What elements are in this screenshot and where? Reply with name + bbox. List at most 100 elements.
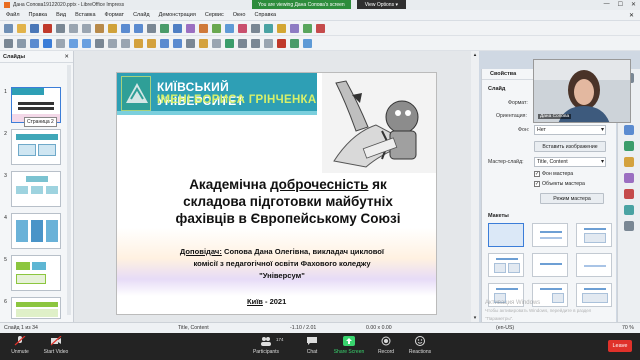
save-icon[interactable] xyxy=(30,23,39,33)
slide-thumbnail[interactable] xyxy=(11,129,61,165)
basic-shapes-icon[interactable] xyxy=(134,38,143,48)
slideshow-start-icon[interactable] xyxy=(290,23,299,33)
menu-help[interactable]: Справка xyxy=(254,12,276,18)
reactions-button[interactable]: Reactions xyxy=(400,336,440,355)
find-icon[interactable] xyxy=(147,23,156,33)
layout-title-subtitle[interactable] xyxy=(532,223,568,247)
scroll-down-icon[interactable]: ▾ xyxy=(472,315,478,321)
textbox-icon[interactable] xyxy=(251,23,260,33)
layout-title-2content[interactable] xyxy=(488,253,524,277)
symbol-shapes-icon[interactable] xyxy=(147,38,156,48)
export-pdf-icon[interactable] xyxy=(43,23,52,33)
print-icon[interactable] xyxy=(56,23,65,33)
callouts-icon[interactable] xyxy=(186,38,195,48)
layout-title-only[interactable] xyxy=(532,253,568,277)
slide-thumbnail[interactable] xyxy=(11,255,61,291)
select-icon[interactable] xyxy=(4,38,13,48)
media-icon[interactable] xyxy=(225,23,234,33)
menu-tools[interactable]: Сервис xyxy=(205,12,224,18)
new-slide-icon[interactable] xyxy=(316,23,325,33)
background-select[interactable]: Нет xyxy=(534,125,606,135)
new-icon[interactable] xyxy=(4,23,13,33)
fontwork-icon[interactable] xyxy=(277,23,286,33)
close-panel-icon[interactable]: ✕ xyxy=(64,54,69,60)
view-options-button[interactable]: View Options ▾ xyxy=(356,0,406,9)
rotate-icon[interactable] xyxy=(225,38,234,48)
gallery-icon[interactable] xyxy=(624,205,634,215)
rectangle-icon[interactable] xyxy=(69,38,78,48)
slide-thumbnail[interactable] xyxy=(11,297,61,319)
unmute-button[interactable]: Unmute xyxy=(0,336,40,355)
master-slide-select[interactable]: Title, Content xyxy=(534,157,606,167)
share-screen-button[interactable]: Share Screen xyxy=(329,336,369,355)
close-icon[interactable]: ✕ xyxy=(631,1,636,8)
scroll-up-icon[interactable]: ▴ xyxy=(472,52,478,58)
flowchart-icon[interactable] xyxy=(173,38,182,48)
start-video-button[interactable]: Start Video xyxy=(36,336,76,355)
slide-thumbnail-row[interactable]: 4 xyxy=(0,213,74,249)
master-slides-icon[interactable] xyxy=(624,173,634,183)
redo-icon[interactable] xyxy=(134,23,143,33)
slide-thumbnail[interactable] xyxy=(11,171,61,207)
layout-blank[interactable] xyxy=(488,223,524,247)
language[interactable]: (en-US) xyxy=(496,325,514,331)
insert-image-button[interactable]: Вставить изображение xyxy=(534,141,606,152)
menu-slide[interactable]: Слайд xyxy=(133,12,150,18)
slide-thumbnail-row[interactable]: 2 xyxy=(0,129,74,165)
zoom-level[interactable]: 70 % xyxy=(622,325,634,331)
navigator-icon[interactable] xyxy=(624,221,634,231)
arrange-icon[interactable] xyxy=(251,38,260,48)
menu-slideshow[interactable]: Демонстрация xyxy=(159,12,196,18)
master-objects-checkbox[interactable]: ✓ Объекты мастера xyxy=(534,181,585,187)
slide-thumbnail-row[interactable]: 5 xyxy=(0,255,74,291)
ellipse-icon[interactable] xyxy=(82,38,91,48)
styles-icon[interactable] xyxy=(624,189,634,199)
chat-button[interactable]: Chat xyxy=(292,336,332,355)
properties-icon[interactable] xyxy=(624,125,634,135)
slide-thumbnail-row[interactable]: 6 xyxy=(0,297,74,319)
connector-icon[interactable] xyxy=(121,38,130,48)
display-views-icon[interactable] xyxy=(186,23,195,33)
paste-icon[interactable] xyxy=(95,23,104,33)
menu-file[interactable]: Файл xyxy=(6,12,20,18)
layout-centered-text[interactable] xyxy=(576,253,612,277)
slideshow-current-icon[interactable] xyxy=(303,23,312,33)
slides-scrollbar[interactable] xyxy=(67,65,71,315)
close-document-icon[interactable]: ✕ xyxy=(629,12,634,19)
table-icon[interactable] xyxy=(199,23,208,33)
chart-icon[interactable] xyxy=(238,23,247,33)
layout-title-content[interactable] xyxy=(576,223,612,247)
copy-icon[interactable] xyxy=(82,23,91,33)
shadow-icon[interactable] xyxy=(264,38,273,48)
spelling-icon[interactable] xyxy=(160,23,169,33)
crop-icon[interactable] xyxy=(277,38,286,48)
line-icon[interactable] xyxy=(56,38,65,48)
stars-icon[interactable] xyxy=(199,38,208,48)
curve-icon[interactable] xyxy=(108,38,117,48)
maximize-icon[interactable]: ☐ xyxy=(618,1,623,8)
slide-transition-icon[interactable] xyxy=(624,141,634,151)
arrow-icon[interactable] xyxy=(95,38,104,48)
master-background-checkbox[interactable]: ✓ Фон мастера xyxy=(534,171,573,177)
toggle-extrusion-icon[interactable] xyxy=(303,38,312,48)
block-arrows-icon[interactable] xyxy=(160,38,169,48)
cut-icon[interactable] xyxy=(69,23,78,33)
3d-objects-icon[interactable] xyxy=(212,38,221,48)
minimize-icon[interactable]: — xyxy=(604,1,610,8)
undo-icon[interactable] xyxy=(121,23,130,33)
fill-color-icon[interactable] xyxy=(43,38,52,48)
master-mode-button[interactable]: Режим мастера xyxy=(540,193,604,204)
slide-thumbnail[interactable] xyxy=(11,213,61,249)
special-char-icon[interactable] xyxy=(264,23,273,33)
canvas-scrollbar[interactable]: ▴ ▾ xyxy=(471,51,479,322)
clone-format-icon[interactable] xyxy=(108,23,117,33)
animation-icon[interactable] xyxy=(624,157,634,167)
image-icon[interactable] xyxy=(212,23,221,33)
align-icon[interactable] xyxy=(238,38,247,48)
menu-edit[interactable]: Правка xyxy=(29,12,48,18)
filter-icon[interactable] xyxy=(290,38,299,48)
open-icon[interactable] xyxy=(17,23,26,33)
menu-insert[interactable]: Вставка xyxy=(75,12,95,18)
slide-thumbnail-row[interactable]: 3 xyxy=(0,171,74,207)
menu-view[interactable]: Вид xyxy=(56,12,66,18)
